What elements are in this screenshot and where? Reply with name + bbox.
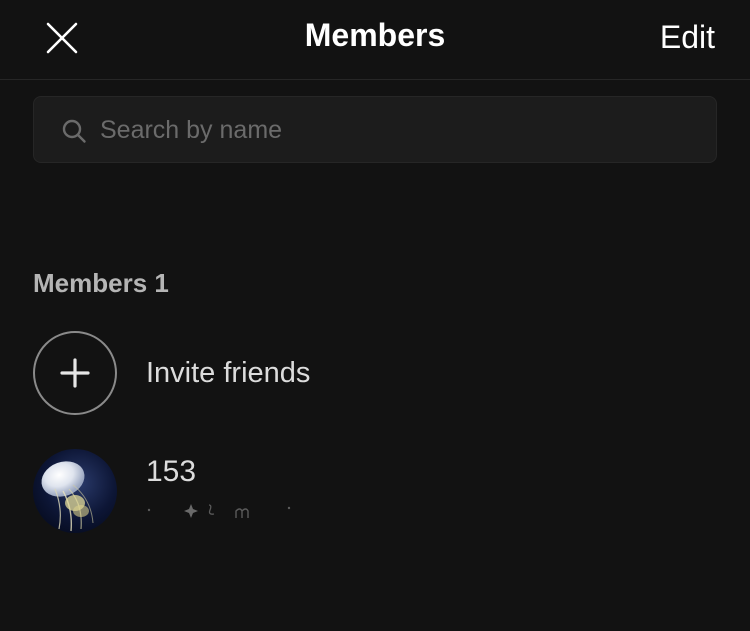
avatar xyxy=(33,449,117,533)
invite-friends-button[interactable]: Invite friends xyxy=(33,331,717,415)
page-title: Members xyxy=(304,17,446,53)
search-icon xyxy=(62,119,86,143)
member-row[interactable]: 153 xyxy=(33,449,717,535)
close-button[interactable] xyxy=(40,18,84,58)
jellyfish-avatar-image xyxy=(33,449,117,533)
plus-icon xyxy=(60,358,90,388)
member-name: 153 xyxy=(146,455,197,488)
invite-friends-label: Invite friends xyxy=(146,357,311,389)
members-section-title: Members 1 xyxy=(33,268,169,298)
edit-button[interactable]: Edit xyxy=(660,19,715,56)
close-icon xyxy=(46,22,78,54)
search-input[interactable] xyxy=(98,97,702,164)
plus-circle xyxy=(33,331,117,415)
top-bar: Members Edit xyxy=(0,0,750,80)
sparkle-decoration-icon xyxy=(147,504,291,518)
search-bar[interactable] xyxy=(33,96,717,164)
